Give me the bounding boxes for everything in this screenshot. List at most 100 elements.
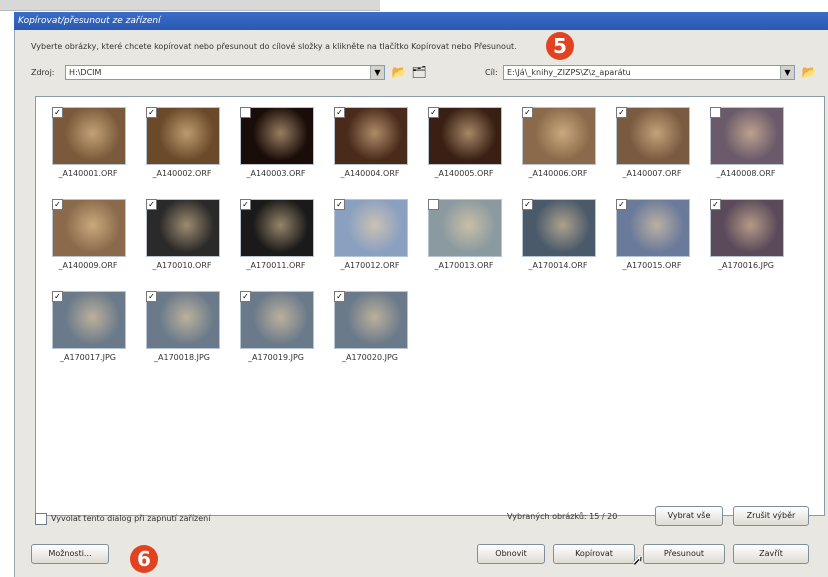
thumbnail-item[interactable]: ✓ _A140009.ORF <box>44 195 132 283</box>
thumbnail-caption: _A170017.JPG <box>60 353 116 362</box>
thumbnail-checkbox[interactable]: ✓ <box>240 291 251 302</box>
thumbnail-caption: _A140008.ORF <box>716 169 776 178</box>
thumbnail-checkbox[interactable]: ✓ <box>52 199 63 210</box>
source-label: Zdroj: <box>31 68 55 77</box>
thumbnail-caption: _A170014.ORF <box>528 261 588 270</box>
thumbnail-image[interactable] <box>146 107 220 165</box>
thumbnail-checkbox[interactable]: ✓ <box>146 107 157 118</box>
thumbnail-image[interactable] <box>616 199 690 257</box>
options-button[interactable]: Možnosti... <box>31 544 109 564</box>
thumbnail-checkbox[interactable]: ✓ <box>52 291 63 302</box>
thumbnail-image[interactable] <box>428 107 502 165</box>
thumbnail-image[interactable] <box>428 199 502 257</box>
thumbnail-image[interactable] <box>710 107 784 165</box>
thumbnail-image[interactable] <box>240 291 314 349</box>
thumbnail-image[interactable] <box>240 199 314 257</box>
autostart-checkbox[interactable] <box>35 513 47 525</box>
mouse-cursor-icon: ➚ <box>631 552 643 568</box>
copy-move-dialog: Vyberte obrázky, které chcete kopírovat … <box>14 30 828 577</box>
thumbnail-item[interactable]: _A140008.ORF <box>702 103 790 191</box>
target-label: Cíl: <box>485 68 498 77</box>
thumbnail-checkbox[interactable]: ✓ <box>146 291 157 302</box>
thumbnail-caption: _A170016.JPG <box>718 261 774 270</box>
thumbnail-checkbox[interactable]: ✓ <box>522 199 533 210</box>
thumbnail-image[interactable] <box>522 107 596 165</box>
thumbnail-item[interactable]: ✓ _A170019.JPG <box>232 287 320 375</box>
thumbnail-item[interactable]: _A170013.ORF <box>420 195 508 283</box>
thumbnail-caption: _A140005.ORF <box>434 169 494 178</box>
thumbnail-checkbox[interactable]: ✓ <box>334 291 345 302</box>
target-value: E:\Já\_knihy_ZIZPS\Z\z_aparátu <box>507 68 631 77</box>
thumbnail-image[interactable] <box>522 199 596 257</box>
thumbnail-image[interactable] <box>334 107 408 165</box>
thumbnail-caption: _A140009.ORF <box>58 261 118 270</box>
chevron-down-icon[interactable]: ▼ <box>780 66 794 79</box>
thumbnail-checkbox[interactable] <box>240 107 251 118</box>
thumbnail-checkbox[interactable] <box>428 199 439 210</box>
thumbnail-item[interactable]: ✓ _A140005.ORF <box>420 103 508 191</box>
thumbnail-image[interactable] <box>334 199 408 257</box>
thumbnail-caption: _A140003.ORF <box>246 169 306 178</box>
thumbnail-image[interactable] <box>240 107 314 165</box>
thumbnail-image[interactable] <box>710 199 784 257</box>
thumbnail-caption: _A170018.JPG <box>154 353 210 362</box>
autostart-label: Vyvolat tento dialog při zapnutí zařízen… <box>51 514 211 523</box>
thumbnail-image[interactable] <box>52 107 126 165</box>
thumbnail-item[interactable]: ✓ _A170010.ORF <box>138 195 226 283</box>
thumbnail-image[interactable] <box>616 107 690 165</box>
source-value: H:\DCIM <box>69 68 102 77</box>
thumbnail-item[interactable]: ✓ _A170020.JPG <box>326 287 414 375</box>
thumbnail-item[interactable]: ✓ _A140007.ORF <box>608 103 696 191</box>
thumbnail-image[interactable] <box>52 291 126 349</box>
thumbnail-item[interactable]: ✓ _A170018.JPG <box>138 287 226 375</box>
thumbnail-item[interactable]: ✓ _A170011.ORF <box>232 195 320 283</box>
thumbnail-item[interactable]: ✓ _A140006.ORF <box>514 103 602 191</box>
thumbnail-checkbox[interactable]: ✓ <box>52 107 63 118</box>
thumbnail-grid[interactable]: ✓ _A140001.ORF ✓ _A140002.ORF _A140003.ORF ✓ _… <box>35 96 825 516</box>
thumbnail-caption: _A170020.JPG <box>342 353 398 362</box>
thumbnail-item[interactable]: ✓ _A140002.ORF <box>138 103 226 191</box>
thumbnail-checkbox[interactable]: ✓ <box>616 107 627 118</box>
thumbnail-caption: _A140004.ORF <box>340 169 400 178</box>
source-combo[interactable]: H:\DCIM ▼ <box>65 65 385 80</box>
refresh-button[interactable]: Obnovit <box>477 544 545 564</box>
thumbnail-image[interactable] <box>334 291 408 349</box>
thumbnail-item[interactable]: ✓ _A170017.JPG <box>44 287 132 375</box>
thumbnail-checkbox[interactable]: ✓ <box>522 107 533 118</box>
thumbnail-checkbox[interactable]: ✓ <box>334 107 345 118</box>
thumbnail-image[interactable] <box>146 199 220 257</box>
thumbnail-item[interactable]: ✓ _A170012.ORF <box>326 195 414 283</box>
chevron-down-icon[interactable]: ▼ <box>370 66 384 79</box>
folder-browse-icon[interactable]: 📂 <box>801 65 817 80</box>
thumbnail-checkbox[interactable]: ✓ <box>334 199 345 210</box>
clear-selection-button[interactable]: Zrušit výběr <box>733 506 809 526</box>
thumbnail-image[interactable] <box>146 291 220 349</box>
thumbnail-item[interactable]: ✓ _A140004.ORF <box>326 103 414 191</box>
target-combo[interactable]: E:\Já\_knihy_ZIZPS\Z\z_aparátu ▼ <box>503 65 795 80</box>
thumbnail-item[interactable]: ✓ _A140001.ORF <box>44 103 132 191</box>
thumbnail-checkbox[interactable] <box>710 107 721 118</box>
copy-button[interactable]: Kopírovat <box>553 544 635 564</box>
thumbnail-item[interactable]: ✓ _A170014.ORF <box>514 195 602 283</box>
background-window-edge <box>0 0 380 11</box>
thumbnail-item[interactable]: ✓ _A170015.ORF <box>608 195 696 283</box>
thumbnail-caption: _A170015.ORF <box>622 261 682 270</box>
thumbnail-caption: _A140002.ORF <box>152 169 212 178</box>
thumbnail-checkbox[interactable]: ✓ <box>146 199 157 210</box>
folder-browse-icon[interactable]: 📂 <box>391 65 407 80</box>
move-button[interactable]: Přesunout <box>643 544 725 564</box>
thumbnail-caption: _A140001.ORF <box>58 169 118 178</box>
thumbnail-caption: _A170010.ORF <box>152 261 212 270</box>
thumbnail-checkbox[interactable]: ✓ <box>428 107 439 118</box>
thumbnail-checkbox[interactable]: ✓ <box>616 199 627 210</box>
folder-open-icon[interactable]: 🗂 <box>411 65 427 80</box>
close-button[interactable]: Zavřít <box>733 544 809 564</box>
thumbnail-checkbox[interactable]: ✓ <box>240 199 251 210</box>
thumbnail-caption: _A170013.ORF <box>434 261 494 270</box>
thumbnail-caption: _A170019.JPG <box>248 353 304 362</box>
thumbnail-image[interactable] <box>52 199 126 257</box>
thumbnail-checkbox[interactable]: ✓ <box>710 199 721 210</box>
thumbnail-item[interactable]: _A140003.ORF <box>232 103 320 191</box>
thumbnail-item[interactable]: ✓ _A170016.JPG <box>702 195 790 283</box>
select-all-button[interactable]: Vybrat vše <box>655 506 723 526</box>
